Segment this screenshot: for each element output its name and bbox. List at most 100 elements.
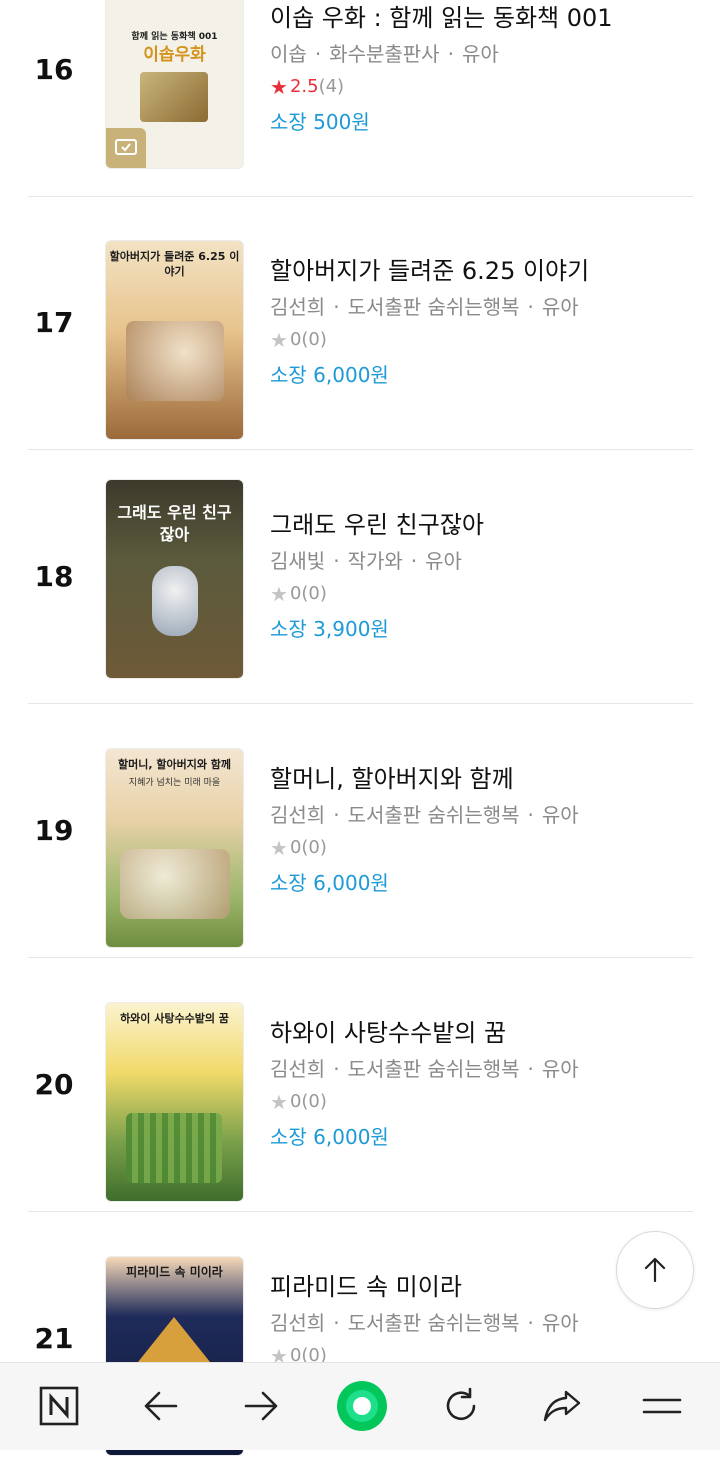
rating-score: 0: [289, 583, 302, 604]
book-author[interactable]: 김새빛: [270, 549, 325, 573]
book-meta: 김선희 · 도서출판 숨쉬는행복 · 유아: [270, 1309, 690, 1337]
book-author[interactable]: 김선희: [270, 1057, 325, 1081]
book-cover[interactable]: 함께 읽는 동화책 001 이솝우화: [105, 0, 244, 169]
book-title[interactable]: 그래도 우린 친구잖아: [270, 509, 690, 541]
book-publisher[interactable]: 작가와: [348, 549, 403, 573]
book-publisher[interactable]: 도서출판 숨쉬는행복: [348, 295, 520, 319]
rank-number: 19: [34, 814, 74, 847]
row-divider: [28, 703, 693, 704]
book-meta: 김선희 · 도서출판 숨쉬는행복 · 유아: [270, 293, 690, 321]
back-arrow-icon: [144, 1391, 178, 1421]
rating-score: 0: [289, 329, 302, 350]
book-cover[interactable]: 할머니, 할아버지와 함께 지혜가 넘치는 미래 마을: [105, 748, 244, 948]
book-category[interactable]: 유아: [542, 1057, 579, 1081]
row-divider: [28, 1211, 693, 1212]
book-category[interactable]: 유아: [462, 42, 499, 66]
menu-button[interactable]: [636, 1380, 688, 1432]
meta-separator: ·: [527, 295, 534, 319]
rank-number: 18: [34, 560, 74, 593]
rating-score: 0: [289, 837, 302, 858]
book-title[interactable]: 하와이 사탕수수밭의 꿈: [270, 1017, 690, 1049]
cover-title: 그래도 우린 친구잖아: [117, 503, 232, 544]
book-author[interactable]: 김선희: [270, 803, 325, 827]
book-category[interactable]: 유아: [425, 549, 462, 573]
book-rating: ★ 0 (0): [270, 1089, 690, 1115]
book-meta: 김선희 · 도서출판 숨쉬는행복 · 유아: [270, 1055, 690, 1083]
rating-count: (0): [301, 583, 327, 604]
browser-nav-bar: [0, 1362, 720, 1450]
book-title[interactable]: 할머니, 할아버지와 함께: [270, 763, 690, 795]
book-category[interactable]: 유아: [542, 295, 579, 319]
book-row-19[interactable]: 19 할머니, 할아버지와 함께 지혜가 넘치는 미래 마을 할머니, 할아버지…: [28, 705, 693, 958]
meta-separator: ·: [333, 295, 340, 319]
cover-title: 피라미드 속 미이라: [126, 1265, 223, 1279]
cover-illustration: [140, 72, 208, 122]
book-rating: ★ 0 (0): [270, 835, 690, 861]
star-icon: ★: [270, 75, 288, 99]
book-author[interactable]: 김선희: [270, 1311, 325, 1335]
book-row-20[interactable]: 20 하와이 사탕수수밭의 꿈 하와이 사탕수수밭의 꿈 김선희 · 도서출판 숨쉬…: [28, 959, 693, 1212]
cover-illustration: [126, 321, 224, 401]
book-cover[interactable]: 할아버지가 들려준 6.25 이야기: [105, 240, 244, 440]
share-button[interactable]: [536, 1380, 588, 1432]
rank-number: 16: [34, 53, 74, 86]
star-icon: ★: [270, 836, 288, 860]
cover-title: 이솝우화: [143, 45, 206, 65]
naver-home-button[interactable]: [33, 1380, 85, 1432]
book-publisher[interactable]: 도서출판 숨쉬는행복: [348, 803, 520, 827]
book-author[interactable]: 이솝: [270, 42, 307, 66]
preview-badge[interactable]: [106, 128, 146, 168]
book-title[interactable]: 할아버지가 들려준 6.25 이야기: [270, 255, 690, 287]
arrow-up-icon: [644, 1257, 666, 1283]
book-rating: ★ 0 (0): [270, 581, 690, 607]
cover-illustration: [120, 849, 230, 919]
refresh-icon: [446, 1387, 476, 1421]
rating-count: (0): [301, 329, 327, 350]
book-row-18[interactable]: 18 그래도 우린 친구잖아 그래도 우린 친구잖아 김새빛 · 작가와 · 유아 ★ 0…: [28, 451, 693, 704]
rating-score: 2.5: [289, 76, 319, 97]
refresh-button[interactable]: [435, 1380, 487, 1432]
book-price: 소장 6,000원: [270, 363, 389, 387]
home-green-circle-icon: [337, 1381, 387, 1431]
book-publisher[interactable]: 화수분출판사: [329, 42, 439, 66]
book-author[interactable]: 김선희: [270, 295, 325, 319]
book-row-16[interactable]: 16 함께 읽는 동화책 001 이솝우화 이솝 우화 : 함께 읽는 동화책 …: [28, 0, 693, 197]
cover-illustration: [126, 1113, 222, 1183]
book-row-17[interactable]: 17 할아버지가 들려준 6.25 이야기 할아버지가 들려준 6.25 이야기…: [28, 197, 693, 450]
book-price: 소장 6,000원: [270, 871, 389, 895]
book-info: 할아버지가 들려준 6.25 이야기 김선희 · 도서출판 숨쉬는행복 · 유아 ★ 0(…: [270, 255, 690, 389]
cover-subtitle: 함께 읽는 동화책 001: [131, 32, 218, 42]
forward-button[interactable]: [235, 1380, 287, 1432]
rating-count: (0): [301, 837, 327, 858]
book-category[interactable]: 유아: [542, 803, 579, 827]
book-price: 소장 500원: [270, 110, 370, 134]
cover-title: 하와이 사탕수수밭의 꿈: [120, 1012, 229, 1025]
meta-separator: ·: [333, 1311, 340, 1335]
book-publisher[interactable]: 도서출판 숨쉬는행복: [348, 1057, 520, 1081]
book-cover[interactable]: 하와이 사탕수수밭의 꿈: [105, 1002, 244, 1202]
book-title[interactable]: 이솝 우화 : 함께 읽는 동화책 001: [270, 2, 690, 34]
meta-separator: ·: [527, 1311, 534, 1335]
meta-separator: ·: [527, 1057, 534, 1081]
book-price: 소장 6,000원: [270, 1125, 389, 1149]
back-button[interactable]: [135, 1380, 187, 1432]
star-icon: ★: [270, 328, 288, 352]
cover-subtitle: 지혜가 넘치는 미래 마을: [128, 778, 221, 788]
green-dot-button[interactable]: [336, 1380, 388, 1432]
book-category[interactable]: 유아: [542, 1311, 579, 1335]
book-info: 할머니, 할아버지와 함께 김선희 · 도서출판 숨쉬는행복 · 유아 ★ 0 (0) 소장…: [270, 763, 690, 897]
rating-count: (0): [301, 1091, 327, 1112]
book-meta: 김선희 · 도서출판 숨쉬는행복 · 유아: [270, 801, 690, 829]
book-rating: ★ 0 (0): [270, 327, 690, 353]
row-divider: [28, 957, 693, 958]
star-icon: ★: [270, 1090, 288, 1114]
forward-arrow-icon: [244, 1391, 278, 1421]
preview-icon: [115, 139, 137, 155]
book-publisher[interactable]: 도서출판 숨쉬는행복: [348, 1311, 520, 1335]
book-rating: ★ 2.5 (4): [270, 74, 690, 100]
book-info: 하와이 사탕수수밭의 꿈 김선희 · 도서출판 숨쉬는행복 · 유아 ★ 0 (0) 소장 …: [270, 1017, 690, 1151]
book-cover[interactable]: 그래도 우린 친구잖아: [105, 479, 244, 679]
meta-separator: ·: [527, 803, 534, 827]
menu-icon: [642, 1398, 682, 1414]
scroll-top-button[interactable]: [616, 1231, 694, 1309]
